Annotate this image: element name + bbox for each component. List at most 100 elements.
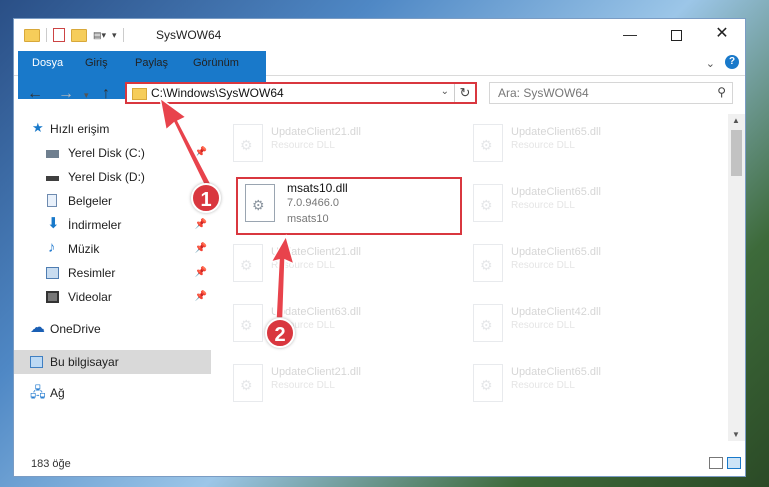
tab-home[interactable]: Giriş <box>76 51 117 75</box>
status-bar: 183 öğe <box>14 450 745 476</box>
address-dropdown-icon[interactable]: ⌄ <box>441 86 449 97</box>
customize-toolbar-icon[interactable]: ▤▾ <box>93 30 106 41</box>
computer-icon <box>30 356 43 368</box>
quick-access-toolbar: ▤▾ ▾ <box>24 28 124 42</box>
dll-file-icon <box>473 124 503 162</box>
file-item[interactable]: UpdateClient21.dll Resource DLL <box>219 360 439 408</box>
help-icon[interactable]: ? <box>725 55 739 69</box>
file-name: UpdateClient42.dll <box>511 306 601 318</box>
pin-icon[interactable]: 📌 <box>195 238 207 260</box>
pin-icon[interactable]: 📌 <box>195 142 207 164</box>
pin-icon[interactable]: 📌 <box>195 262 207 284</box>
ribbon-tabs: Dosya Giriş Paylaş Görünüm <box>14 51 745 99</box>
file-item-msats10[interactable]: msats10.dll 7.0.9466.0 msats10 <box>236 177 462 235</box>
tab-share[interactable]: Paylaş <box>126 51 177 75</box>
dll-file-icon <box>233 364 263 402</box>
back-arrow-icon[interactable]: ← <box>27 85 43 103</box>
document-icon <box>47 194 57 207</box>
file-item[interactable]: UpdateClient42.dll Resource DLL <box>459 300 679 348</box>
pin-icon[interactable]: 📌 <box>195 214 207 236</box>
file-name: UpdateClient65.dll <box>511 126 601 138</box>
up-arrow-icon[interactable]: ↑ <box>102 85 110 103</box>
scroll-down-icon[interactable]: ▼ <box>732 430 740 439</box>
sidebar-item-downloads[interactable]: ⬇ İndirmeler 📌 <box>14 214 211 236</box>
file-item[interactable]: UpdateClient65.dll Resource DLL <box>459 240 679 288</box>
sidebar-item-music[interactable]: ♪ Müzik 📌 <box>14 238 211 260</box>
maximize-button[interactable] <box>653 19 699 49</box>
pictures-icon <box>46 267 59 279</box>
properties-icon[interactable] <box>53 28 65 42</box>
sidebar-item-label: Yerel Disk (D:) <box>68 170 145 184</box>
file-item[interactable]: UpdateClient21.dll Resource DLL <box>219 240 439 288</box>
refresh-button[interactable]: ↻ <box>454 84 475 102</box>
title-bar: ▤▾ ▾ SysWOW64 — ✕ <box>14 19 745 51</box>
sidebar-item-label: Videolar <box>68 290 112 304</box>
sidebar-item-label: Yerel Disk (C:) <box>68 146 145 160</box>
sidebar-item-videos[interactable]: Videolar 📌 <box>14 286 211 308</box>
expand-ribbon-icon[interactable]: ⌄ <box>706 57 715 70</box>
file-description: Resource DLL <box>511 320 575 331</box>
address-bar[interactable]: C:\Windows\SysWOW64 ⌄ ↻ <box>125 82 477 104</box>
file-name: UpdateClient65.dll <box>511 246 601 258</box>
vertical-scrollbar[interactable]: ▲ ▼ <box>728 114 745 441</box>
file-item[interactable]: UpdateClient65.dll Resource DLL <box>459 180 679 228</box>
file-description: Resource DLL <box>271 380 335 391</box>
maximize-icon <box>670 29 682 41</box>
new-folder-icon[interactable] <box>71 28 87 42</box>
scroll-up-icon[interactable]: ▲ <box>732 116 740 125</box>
search-placeholder: Ara: SysWOW64 <box>498 86 589 100</box>
sidebar-item-documents[interactable]: Belgeler 📌 <box>14 190 211 212</box>
file-description: Resource DLL <box>271 260 335 271</box>
file-name: UpdateClient21.dll <box>271 246 361 258</box>
navigation-pane: ★ Hızlı erişim Yerel Disk (C:) 📌 Yerel D… <box>14 114 211 439</box>
scrollbar-thumb[interactable] <box>731 130 742 176</box>
dll-file-icon <box>233 244 263 282</box>
address-path[interactable]: C:\Windows\SysWOW64 <box>151 86 284 100</box>
sidebar-item-label: İndirmeler <box>68 218 122 232</box>
download-icon: ⬇ <box>47 215 60 232</box>
drive-icon <box>46 150 59 158</box>
sidebar-item-quick-access[interactable]: ★ Hızlı erişim <box>14 118 211 140</box>
minimize-button[interactable]: — <box>607 19 653 49</box>
sidebar-item-local-disk-d[interactable]: Yerel Disk (D:) <box>14 166 211 188</box>
toolbar-dropdown-icon[interactable]: ▾ <box>112 30 117 41</box>
file-description: Resource DLL <box>511 200 575 211</box>
file-item[interactable]: UpdateClient63.dll Resource DLL <box>219 300 439 348</box>
details-view-icon[interactable] <box>709 457 723 469</box>
sidebar-item-label: Bu bilgisayar <box>50 355 119 369</box>
sidebar-item-label: Hızlı erişim <box>50 122 110 136</box>
forward-arrow-icon[interactable]: → <box>58 85 74 103</box>
sidebar-item-pictures[interactable]: Resimler 📌 <box>14 262 211 284</box>
toolbar-separator <box>46 28 47 42</box>
file-item[interactable]: UpdateClient65.dll Resource DLL <box>459 120 679 168</box>
sidebar-item-this-pc[interactable]: Bu bilgisayar <box>14 350 211 374</box>
file-name: UpdateClient65.dll <box>511 366 601 378</box>
file-item[interactable]: UpdateClient21.dll Resource DLL <box>219 120 439 168</box>
search-icon[interactable]: ⚲ <box>717 85 726 99</box>
view-switcher <box>709 457 741 469</box>
close-button[interactable]: ✕ <box>699 19 745 49</box>
file-name: UpdateClient21.dll <box>271 366 361 378</box>
tab-view[interactable]: Görünüm <box>184 51 248 75</box>
large-icons-view-icon[interactable] <box>727 457 741 469</box>
file-description: Resource DLL <box>271 140 335 151</box>
file-name: UpdateClient65.dll <box>511 186 601 198</box>
recent-locations-icon[interactable]: ▾ <box>84 90 89 101</box>
sidebar-item-local-disk-c[interactable]: Yerel Disk (C:) 📌 <box>14 142 211 164</box>
folder-icon <box>132 88 147 100</box>
file-description: Resource DLL <box>511 260 575 271</box>
drive-icon <box>46 176 59 181</box>
sidebar-item-network[interactable]: 🖧 Ağ <box>14 382 211 404</box>
navigation-bar: ← → ▾ ↑ C:\Windows\SysWOW64 ⌄ ↻ Ara: Sys… <box>14 77 745 111</box>
item-count: 183 öğe <box>31 458 71 470</box>
file-name: UpdateClient21.dll <box>271 126 361 138</box>
explorer-window: ▤▾ ▾ SysWOW64 — ✕ Dosya Giriş Paylaş Gör… <box>13 18 746 477</box>
search-input[interactable]: Ara: SysWOW64 ⚲ <box>489 82 733 104</box>
pin-icon[interactable]: 📌 <box>195 286 207 308</box>
folder-icon <box>24 28 40 42</box>
file-item[interactable]: UpdateClient65.dll Resource DLL <box>459 360 679 408</box>
file-description: msats10 <box>287 213 329 225</box>
step-1-badge: 1 <box>191 183 221 213</box>
video-icon <box>46 291 59 303</box>
sidebar-item-onedrive[interactable]: ☁ OneDrive <box>14 318 211 340</box>
